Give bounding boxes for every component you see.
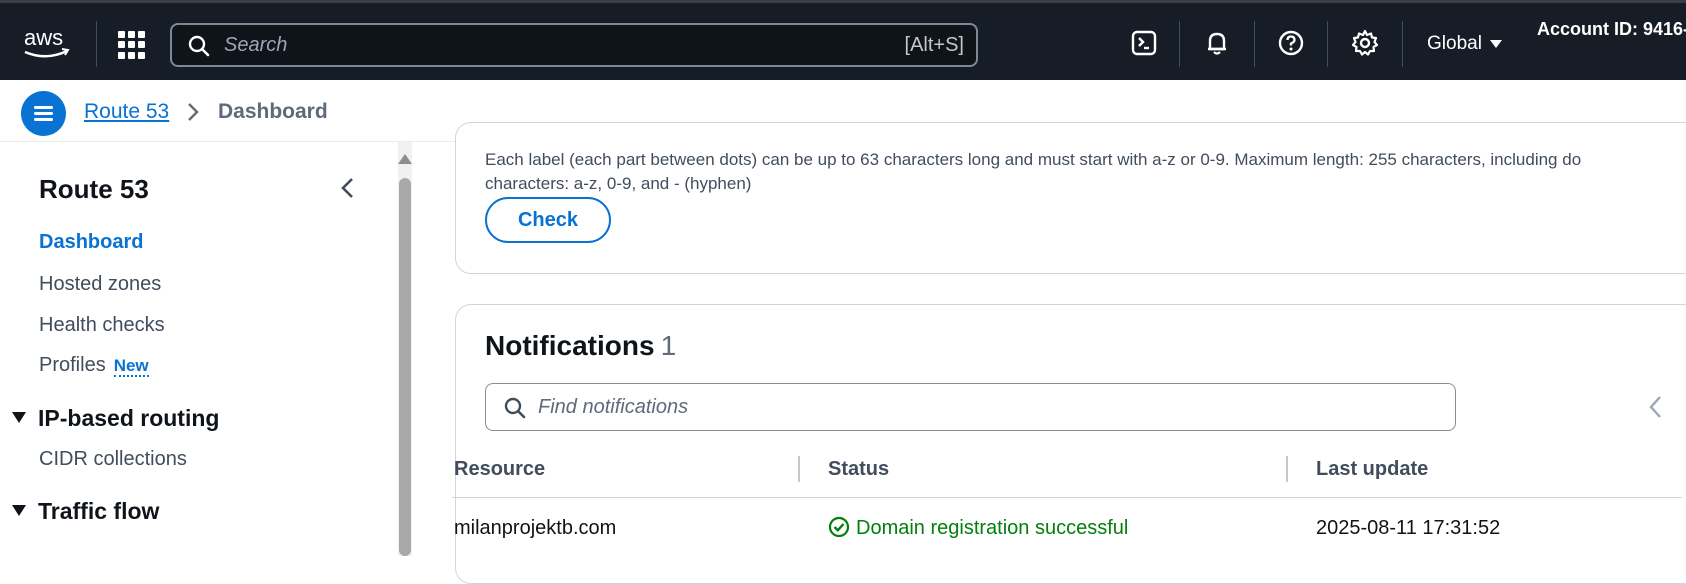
search-icon [188,35,210,57]
nav-divider [1179,21,1180,67]
status-text: Domain registration successful [856,517,1129,539]
notifications-title: Notifications [485,330,655,361]
sidebar-section-traffic-flow[interactable]: Traffic flow [12,498,159,525]
sidebar-item-dashboard[interactable]: Dashboard [39,231,143,254]
nav-divider [1254,21,1255,67]
hamburger-icon [34,106,53,109]
check-button[interactable]: Check [485,197,611,243]
top-navigation: aws [Alt+S] Global Account ID: [0,0,1686,80]
breadcrumb-current: Dashboard [218,100,328,123]
nav-divider [96,21,97,67]
sidebar-item-cidr-collections[interactable]: CIDR collections [39,448,187,471]
side-navigation: Route 53 Dashboard Hosted zones Health c… [0,142,392,556]
scrollbar-thumb[interactable] [399,178,411,556]
cell-resource: milanprojektb.com [454,517,617,539]
sidebar-item-hosted-zones[interactable]: Hosted zones [39,273,161,296]
new-badge[interactable]: New [113,356,149,377]
find-notifications-field[interactable] [485,383,1456,431]
services-grid-icon[interactable] [118,31,146,59]
main-content: Each label (each part between dots) can … [418,122,1686,584]
sidebar-section-ip-routing[interactable]: IP-based routing [12,405,219,432]
notifications-heading: Notifications 1 [485,330,676,362]
nav-divider [1327,21,1328,67]
success-check-icon [828,516,850,537]
domain-help-text: Each label (each part between dots) can … [485,148,1686,196]
region-selector[interactable]: Global [1427,33,1502,55]
sidebar-title[interactable]: Route 53 [39,174,149,205]
section-label: Traffic flow [38,498,160,524]
nav-divider [1402,21,1403,67]
cell-last-update: 2025-08-11 17:31:52 [1316,517,1501,539]
help-line: characters: a-z, 0-9, and - (hyphen) [485,174,752,193]
search-shortcut-hint: [Alt+S] [904,34,964,56]
table-header-divider [452,497,1682,498]
find-notifications-input[interactable] [538,394,1238,420]
column-resizer[interactable] [1286,456,1288,482]
settings-gear-icon[interactable] [1349,27,1381,59]
help-icon[interactable] [1275,27,1307,59]
cloudshell-icon[interactable] [1128,27,1160,59]
search-icon [504,397,526,419]
section-label: IP-based routing [38,405,220,431]
column-header-last-update[interactable]: Last update [1316,458,1428,481]
caret-down-icon [12,412,26,424]
caret-down-icon [1489,39,1502,48]
breadcrumb-route53-link[interactable]: Route 53 [84,100,169,124]
notifications-count: 1 [660,330,677,361]
column-header-resource[interactable]: Resource [454,458,545,481]
domain-check-card [455,122,1686,274]
sidebar-item-health-checks[interactable]: Health checks [39,314,165,337]
collapse-sidebar-icon[interactable] [336,176,360,200]
sidebar-item-label: Profiles [39,354,106,376]
account-id[interactable]: Account ID: 9416- [1537,19,1686,40]
global-search[interactable]: [Alt+S] [170,23,978,67]
pagination-previous-icon[interactable] [1646,394,1666,420]
navigation-menu-button[interactable] [21,91,66,136]
chevron-right-icon [188,103,199,121]
svg-text:aws: aws [24,25,63,50]
sidebar-item-profiles[interactable]: Profiles New [39,354,149,377]
search-input[interactable] [224,31,824,59]
help-line: Each label (each part between dots) can … [485,150,1582,169]
notifications-bell-icon[interactable] [1201,27,1233,59]
scroll-up-arrow-icon[interactable] [398,154,412,164]
column-header-status[interactable]: Status [828,458,889,481]
column-resizer[interactable] [798,456,800,482]
cell-status: Domain registration successful [828,516,1129,540]
region-label: Global [1427,33,1482,54]
aws-logo[interactable]: aws [22,25,72,61]
caret-down-icon [12,505,26,517]
